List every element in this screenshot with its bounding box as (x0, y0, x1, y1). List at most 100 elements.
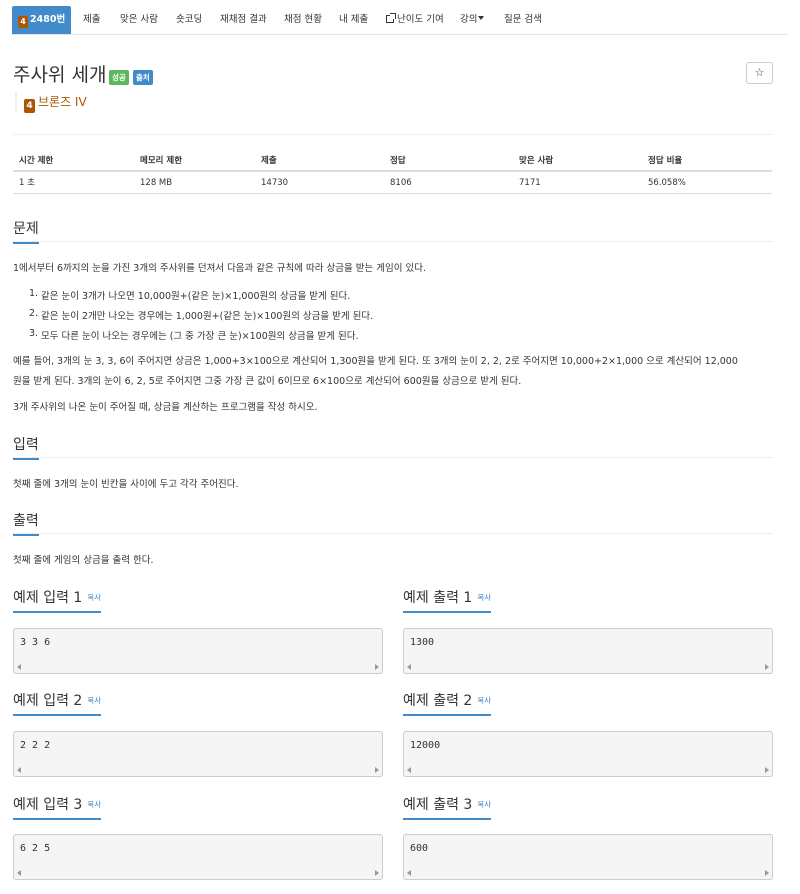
copy-button[interactable]: 복사 (87, 593, 101, 602)
scroll-right-icon[interactable] (765, 767, 769, 773)
sample-output-1-title: 예제 출력 1 (403, 590, 473, 606)
tab-problem[interactable]: 4 2480번 (12, 6, 71, 34)
scroll-right-icon[interactable] (375, 767, 379, 773)
horizontal-scrollbar[interactable] (14, 764, 382, 776)
sample-input-2-title: 예제 입력 2 (13, 693, 83, 709)
rule-number: 2. (29, 308, 39, 319)
scroll-left-icon[interactable] (17, 767, 21, 773)
sample-input-1-heading: 예제 입력 1 복사 (13, 587, 102, 613)
external-link-icon (386, 13, 396, 23)
copy-button[interactable]: 복사 (477, 696, 491, 705)
header-memory-limit: 메모리 제한 (140, 156, 183, 166)
sample-output-1-text: 1300 (410, 637, 435, 648)
copy-button[interactable]: 복사 (477, 593, 491, 602)
copy-button[interactable]: 복사 (87, 800, 101, 809)
source-label[interactable]: 출처 (133, 70, 153, 85)
sample-output-2-heading: 예제 출력 2 복사 (403, 690, 492, 716)
scroll-left-icon[interactable] (17, 664, 21, 670)
sample-input-1-box[interactable]: 3 3 6 (13, 628, 383, 674)
sample-output-3-title: 예제 출력 3 (403, 797, 473, 813)
scroll-left-icon[interactable] (17, 870, 21, 876)
horizontal-scrollbar[interactable] (14, 867, 382, 879)
tab-difficulty-contribute[interactable]: 난이도 기여 (386, 6, 444, 34)
sample-output-3-text: 600 (410, 843, 429, 854)
sample-input-3-text: 6 2 5 (20, 843, 51, 854)
problem-example-line-1: 예를 들어, 3개의 눈 3, 3, 6이 주어지면 상금은 1,000+3×1… (13, 356, 738, 367)
sample-input-3-box[interactable]: 6 2 5 (13, 834, 383, 880)
rule-item: 같은 눈이 3개가 나오면 10,000원+(같은 눈)×1,000원의 상금을… (41, 291, 351, 302)
table-header-row: 시간 제한 메모리 제한 제출 정답 맞은 사람 정답 비율 (13, 150, 772, 172)
horizontal-scrollbar[interactable] (404, 867, 772, 879)
rule-number: 1. (29, 288, 39, 299)
header-accepted: 정답 (390, 156, 406, 166)
scroll-right-icon[interactable] (765, 664, 769, 670)
tab-short-coding[interactable]: 숏코딩 (176, 6, 202, 34)
header-accepted-users: 맞은 사람 (519, 156, 554, 166)
value-submissions: 14730 (261, 178, 289, 188)
tab-lectures-label: 강의 (460, 14, 478, 25)
sample-input-3-heading: 예제 입력 3 복사 (13, 794, 102, 820)
problem-title: 주사위 세개 (13, 64, 107, 86)
header-accept-ratio: 정답 비율 (648, 156, 683, 166)
value-accepted-users: 7171 (519, 178, 541, 188)
copy-button[interactable]: 복사 (87, 696, 101, 705)
scroll-left-icon[interactable] (407, 664, 411, 670)
value-time-limit: 1 초 (19, 178, 35, 188)
tab-problem-label: 2480번 (30, 14, 66, 25)
sample-output-3-box[interactable]: 600 (403, 834, 773, 880)
value-accept-ratio: 56.058% (648, 178, 686, 188)
copy-button[interactable]: 복사 (477, 800, 491, 809)
problem-intro: 1에서부터 6까지의 눈을 가진 3개의 주사위를 던져서 다음과 같은 규칙에… (13, 263, 427, 274)
sample-output-1-heading: 예제 출력 1 복사 (403, 587, 492, 613)
tab-question-search[interactable]: 질문 검색 (504, 6, 542, 34)
sample-output-2-text: 12000 (410, 740, 441, 751)
sample-input-2-text: 2 2 2 (20, 740, 51, 751)
scroll-right-icon[interactable] (765, 870, 769, 876)
star-icon: ☆ (754, 66, 765, 79)
scroll-left-icon[interactable] (407, 767, 411, 773)
problem-task: 3개 주사위의 나온 눈이 주어질 때, 상금을 계산하는 프로그램을 작성 하… (13, 402, 318, 413)
tab-submit[interactable]: 제출 (83, 6, 100, 34)
rule-item: 같은 눈이 2개만 나오는 경우에는 1,000원+(같은 눈)×100원의 상… (41, 311, 374, 322)
sample-output-3-heading: 예제 출력 3 복사 (403, 794, 492, 820)
favorite-star-button[interactable]: ☆ (746, 62, 773, 84)
rule-number: 3. (29, 328, 39, 339)
tab-accepted-users[interactable]: 맞은 사람 (120, 6, 158, 34)
tier-name: 브론즈 IV (38, 95, 87, 109)
scroll-right-icon[interactable] (375, 870, 379, 876)
horizontal-scrollbar[interactable] (14, 661, 382, 673)
sample-input-1-text: 3 3 6 (20, 637, 51, 648)
sample-output-2-box[interactable]: 12000 (403, 731, 773, 777)
sample-input-2-heading: 예제 입력 2 복사 (13, 690, 102, 716)
tab-status[interactable]: 채점 현황 (284, 6, 322, 34)
tab-lectures[interactable]: 강의 (460, 6, 485, 34)
header-time-limit: 시간 제한 (19, 156, 54, 166)
table-row: 1 초 128 MB 14730 8106 7171 56.058% (13, 172, 772, 194)
tier-row: 4 브론즈 IV (15, 92, 87, 113)
input-description: 첫째 줄에 3개의 눈이 빈칸을 사이에 두고 각각 주어진다. (13, 479, 239, 490)
tab-my-submissions[interactable]: 내 제출 (339, 6, 368, 34)
sample-input-3-title: 예제 입력 3 (13, 797, 83, 813)
sample-output-1-box[interactable]: 1300 (403, 628, 773, 674)
value-accepted: 8106 (390, 178, 412, 188)
value-memory-limit: 128 MB (140, 178, 173, 188)
sample-input-2-box[interactable]: 2 2 2 (13, 731, 383, 777)
divider (13, 134, 773, 135)
tab-rejudge-results[interactable]: 재채점 결과 (220, 6, 267, 34)
scroll-right-icon[interactable] (375, 664, 379, 670)
tier-icon: 4 (18, 16, 28, 28)
horizontal-scrollbar[interactable] (404, 661, 772, 673)
problem-example-line-2: 원을 받게 된다. 3개의 눈이 6, 2, 5로 주어지면 그중 가장 큰 값… (13, 376, 522, 387)
section-divider (13, 241, 773, 242)
sample-output-2-title: 예제 출력 2 (403, 693, 473, 709)
scroll-left-icon[interactable] (407, 870, 411, 876)
header-submissions: 제출 (261, 156, 277, 166)
bronze-tier-icon: 4 (24, 99, 35, 113)
horizontal-scrollbar[interactable] (404, 764, 772, 776)
section-divider (13, 533, 773, 534)
solved-label: 성공 (109, 70, 129, 85)
rule-item: 모두 다른 눈이 나오는 경우에는 (그 중 가장 큰 눈)×100원의 상금을… (41, 331, 359, 342)
problem-info-table: 시간 제한 메모리 제한 제출 정답 맞은 사람 정답 비율 1 초 128 M… (13, 150, 772, 194)
caret-down-icon (478, 16, 485, 20)
tab-difficulty-label: 난이도 기여 (397, 14, 444, 25)
